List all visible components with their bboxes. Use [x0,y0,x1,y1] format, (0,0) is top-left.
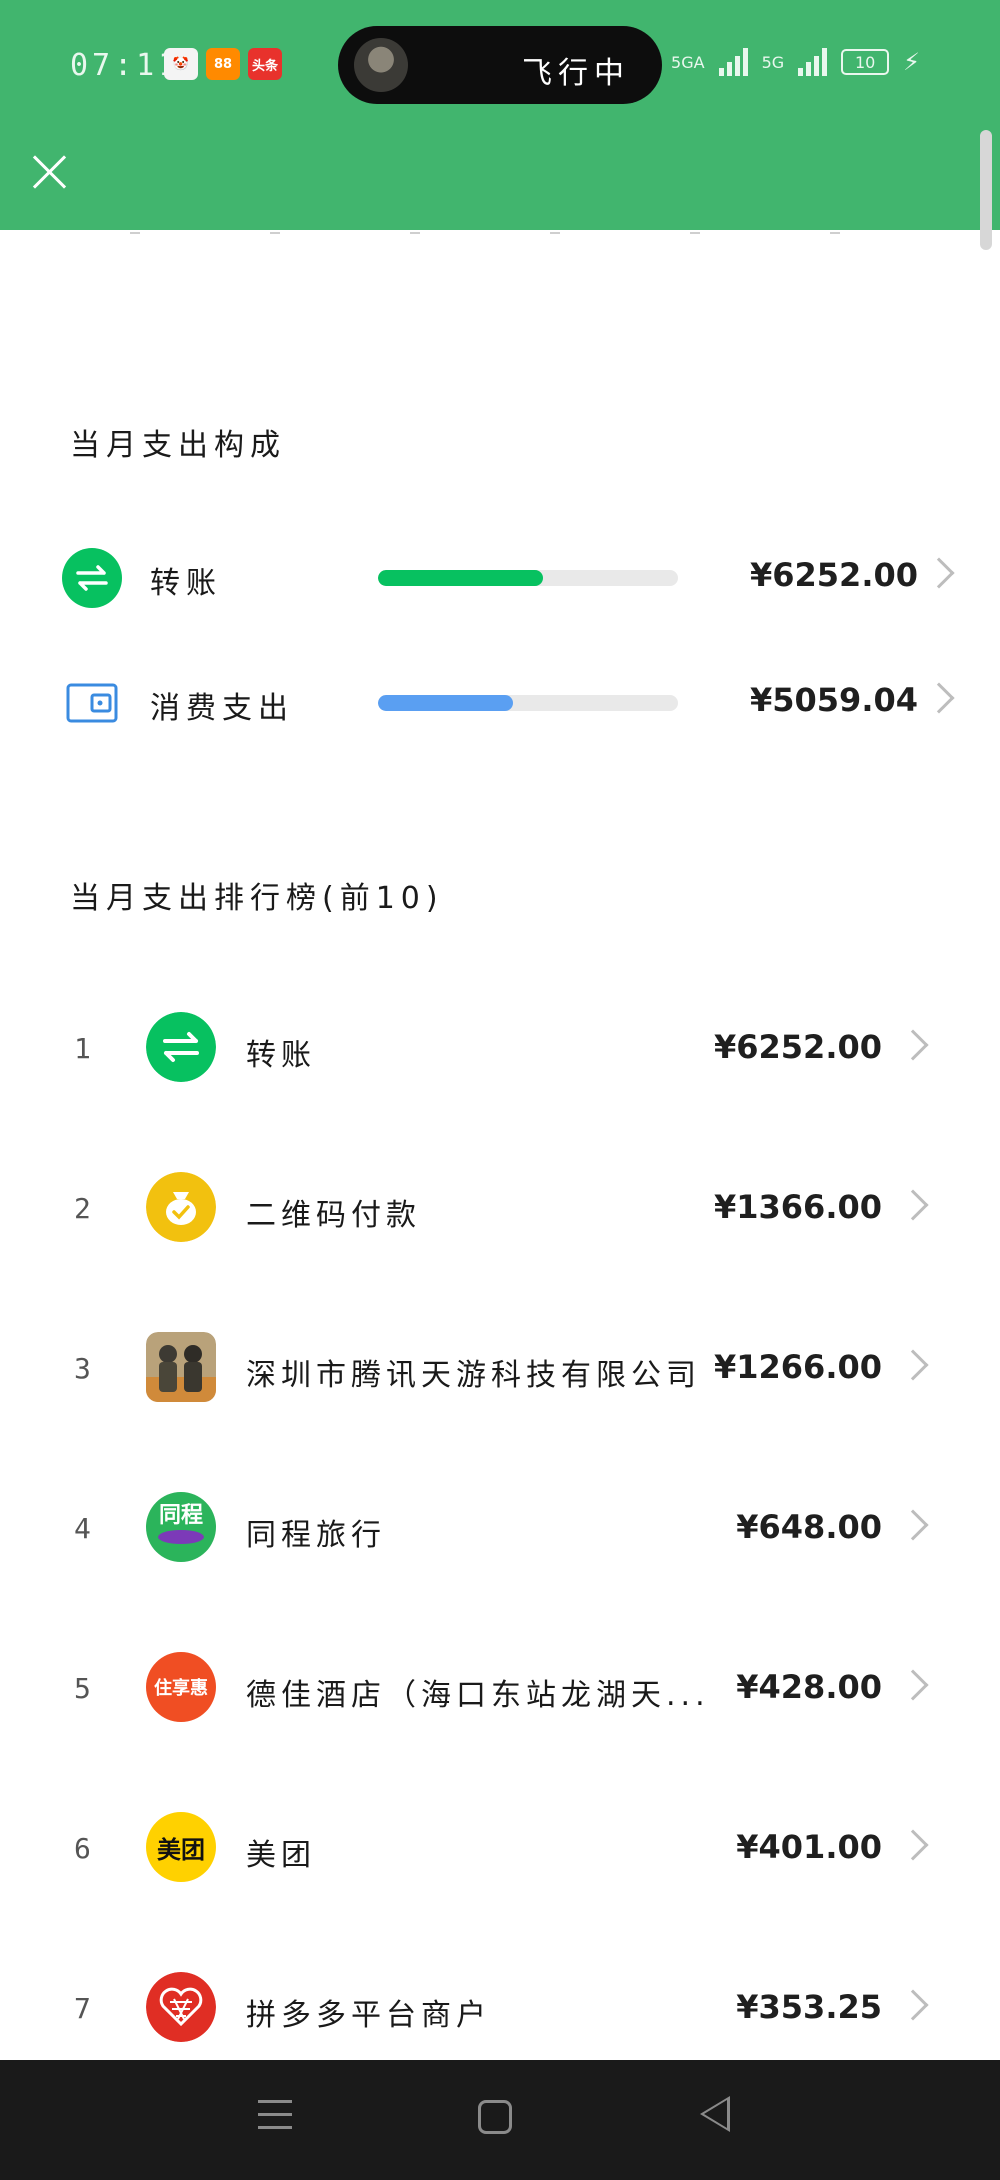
progress-track [378,695,678,711]
tongcheng-logo-icon: 同程 [146,1492,216,1562]
zhuxianghui-logo-icon: 住享惠 [146,1652,216,1722]
rank-number: 7 [74,1992,91,2025]
merchant-name: 转账 [246,1038,316,1073]
close-button[interactable] [30,152,70,192]
logo-swoosh [158,1530,204,1544]
rank-amount: ¥648.00 [736,1508,882,1546]
progress-fill [378,695,513,711]
ranking-row[interactable]: 7 拼多多平台商户 ¥353.25 [0,1956,1000,2066]
merchant-name: 同程旅行 [246,1518,386,1553]
progress-fill [378,570,543,586]
ranking-row[interactable]: 6 美团 美团 ¥401.00 [0,1796,1000,1906]
game-avatar-icon [354,38,408,92]
logo-text: 住享惠 [154,1678,208,1699]
merchant-name: 德佳酒店（海口东站龙湖天... [246,1678,706,1713]
pinduoduo-logo-icon [146,1972,216,2042]
meituan-logo-icon: 美团 [146,1812,216,1882]
rank-number: 1 [74,1032,91,1065]
rank-amount: ¥1266.00 [713,1348,882,1386]
merchant-name: 二维码付款 [246,1198,421,1233]
ranking-row[interactable]: 5 住享惠 德佳酒店（海口东站龙湖天... ¥428.00 [0,1636,1000,1746]
transfer-icon [146,1012,216,1082]
home-button[interactable] [478,2100,512,2134]
recent-apps-button[interactable] [258,2100,292,2139]
network-label: 5G [761,52,785,72]
transfer-icon [62,548,122,608]
rank-number: 4 [74,1512,91,1545]
ranking-title: 当月支出排行榜(前10) [70,881,444,916]
pill-status-text: 飞行中 [522,56,630,91]
ranking-row[interactable]: 3 深圳市腾讯天游科技有限公司 ¥1266.00 [0,1316,1000,1426]
merchant-name: 深圳市腾讯天游科技有限公司 [246,1358,701,1393]
back-button[interactable] [700,2096,730,2132]
signal-icon [718,48,748,76]
network-label: 5GA [671,52,705,72]
chevron-right-icon [897,1829,929,1861]
logo-text: 同程 [158,1503,203,1528]
game-app-icon [146,1332,216,1402]
ranking-row[interactable]: 4 同程 同程旅行 ¥648.00 [0,1476,1000,1586]
chevron-right-icon [897,1669,929,1701]
chevron-right-icon [897,1029,929,1061]
chevron-right-icon [897,1349,929,1381]
progress-track [378,570,678,586]
chevron-right-icon [923,682,955,714]
composition-title: 当月支出构成 [70,428,286,463]
chevron-right-icon [897,1189,929,1221]
merchant-name: 美团 [246,1838,316,1873]
rank-number: 5 [74,1672,91,1705]
dynamic-island-pill[interactable]: 飞行中 [338,26,662,104]
composition-label: 转账 [150,566,222,601]
battery-icon: 10 [841,49,890,75]
system-navigation-bar [0,2060,1000,2180]
top-header: 07:11 🤡 88 头条 飞行中 5GA 5G 10 ⚡ [0,0,1000,230]
status-app-icons: 🤡 88 头条 [164,48,282,80]
wallet-icon [66,683,118,723]
chevron-right-icon [897,1509,929,1541]
composition-amount: ¥6252.00 [749,556,918,594]
rank-amount: ¥6252.00 [713,1028,882,1066]
status-indicators: 5GA 5G 10 ⚡ [671,48,920,76]
chevron-right-icon [923,557,955,589]
rank-amount: ¥1366.00 [713,1188,882,1226]
scrollbar[interactable] [980,130,992,250]
notification-app-icon: 88 [206,48,240,80]
chart-axis-remnant [0,228,1000,238]
charging-icon: ⚡ [903,48,920,76]
rank-amount: ¥401.00 [736,1828,882,1866]
ranking-row[interactable]: 2 二维码付款 ¥1366.00 [0,1156,1000,1266]
composition-amount: ¥5059.04 [749,681,918,719]
composition-label: 消费支出 [150,691,294,726]
rank-number: 2 [74,1192,91,1225]
rank-amount: ¥428.00 [736,1668,882,1706]
composition-row-transfer[interactable]: 转账 ¥6252.00 [0,530,1000,610]
merchant-name: 拼多多平台商户 [246,1998,491,2033]
composition-row-consumption[interactable]: 消费支出 ¥5059.04 [0,655,1000,735]
notification-app-icon: 🤡 [164,48,198,80]
logo-text: 美团 [157,1835,205,1864]
rank-number: 3 [74,1352,91,1385]
chevron-right-icon [897,1989,929,2021]
ranking-row[interactable]: 1 转账 ¥6252.00 [0,996,1000,1106]
signal-icon [798,48,828,76]
money-bag-icon [146,1172,216,1242]
rank-amount: ¥353.25 [736,1988,882,2026]
notification-app-icon: 头条 [248,48,282,80]
rank-number: 6 [74,1832,91,1865]
